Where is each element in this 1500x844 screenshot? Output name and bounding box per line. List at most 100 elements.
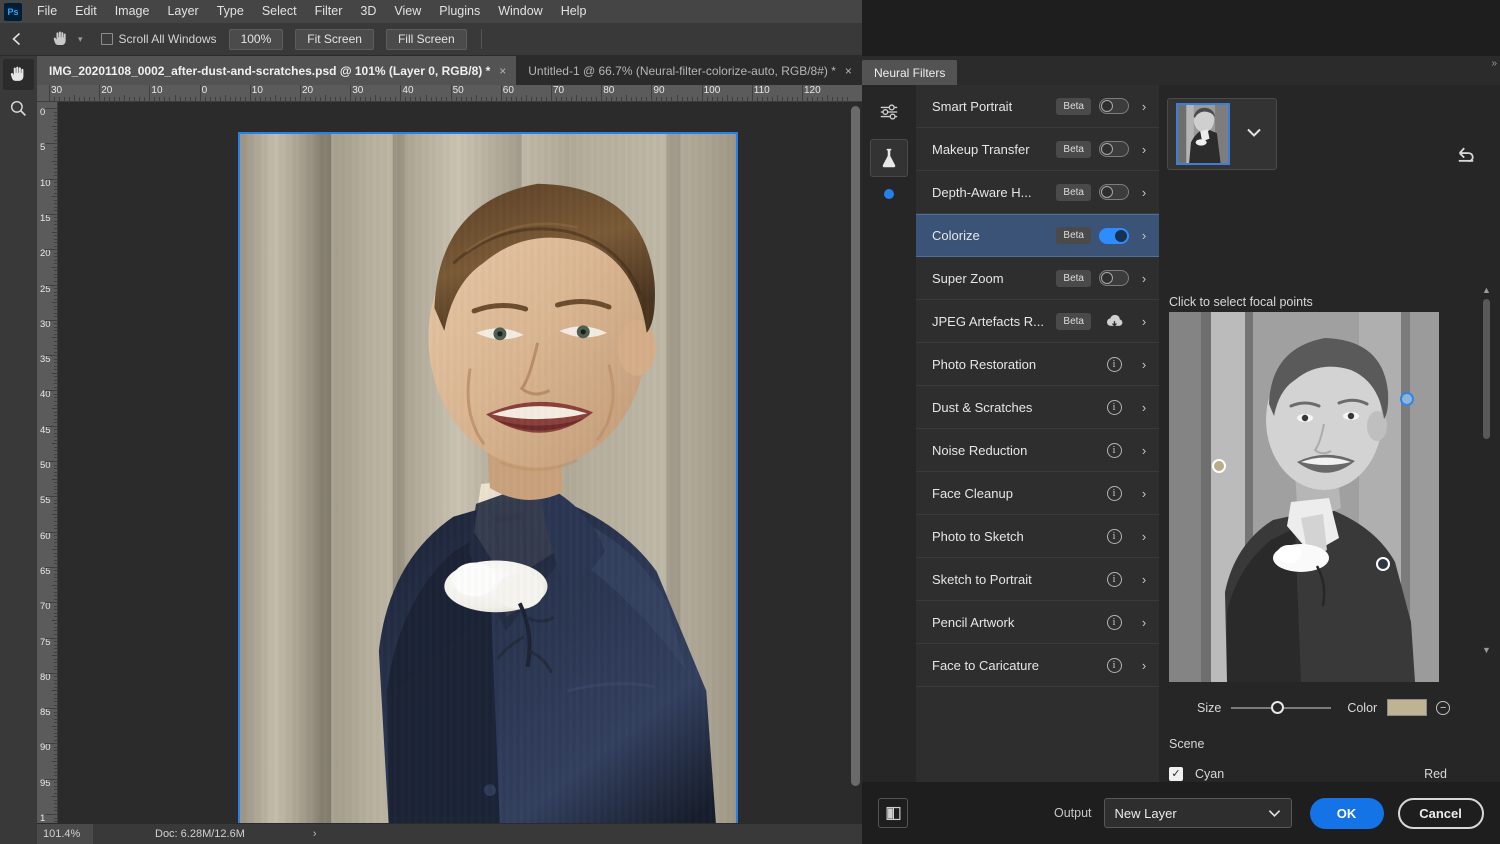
menu-item-file[interactable]: File — [28, 0, 66, 23]
revert-icon[interactable] — [1456, 145, 1476, 166]
panel-collapse-chevrons-right-icon[interactable]: » — [1491, 58, 1497, 69]
scroll-up-arrow-icon[interactable]: ▲ — [1481, 285, 1492, 295]
vertical-ruler[interactable]: 051015202530354045505560657075808590951 — [37, 102, 58, 823]
filter-row-face-to-caricature[interactable]: Face to Caricaturei› — [916, 644, 1159, 687]
filter-row-pencil-artwork[interactable]: Pencil Artworki› — [916, 601, 1159, 644]
filter-row-dust-scratches[interactable]: Dust & Scratchesi› — [916, 386, 1159, 429]
filter-row-smart-portrait[interactable]: Smart PortraitBeta› — [916, 85, 1159, 128]
fit-screen-button[interactable]: Fit Screen — [295, 29, 374, 50]
zoom-100-button[interactable]: 100% — [229, 29, 284, 50]
menu-item-filter[interactable]: Filter — [306, 0, 352, 23]
filter-toggle[interactable] — [1099, 184, 1129, 200]
focal-point-suit[interactable] — [1376, 557, 1390, 571]
chevron-right-icon[interactable]: › — [1137, 400, 1151, 415]
chevron-right-icon[interactable]: › — [1137, 529, 1151, 544]
info-icon[interactable]: i — [1107, 357, 1122, 372]
filter-toggle[interactable] — [1099, 98, 1129, 114]
chevron-right-icon[interactable]: › — [1137, 271, 1151, 286]
info-icon[interactable]: i — [1107, 572, 1122, 587]
zoom-tool[interactable] — [3, 93, 34, 124]
info-icon[interactable]: i — [1107, 615, 1122, 630]
info-icon[interactable]: i — [1107, 486, 1122, 501]
focal-point-face[interactable] — [1212, 459, 1226, 473]
close-icon[interactable]: × — [499, 65, 506, 77]
filter-row-depth-aware-h[interactable]: Depth-Aware H...Beta› — [916, 171, 1159, 214]
menu-item-edit[interactable]: Edit — [66, 0, 106, 23]
hand-tool[interactable] — [3, 59, 34, 90]
scrollbar-thumb[interactable] — [851, 106, 860, 786]
info-icon[interactable]: i — [1107, 400, 1122, 415]
filter-row-colorize[interactable]: ColorizeBeta› — [916, 214, 1159, 257]
preset-thumbnail-selector[interactable] — [1167, 98, 1277, 170]
size-slider[interactable] — [1231, 701, 1331, 714]
chevron-right-icon[interactable]: › — [1137, 658, 1151, 673]
menu-item-plugins[interactable]: Plugins — [430, 0, 489, 23]
filter-row-photo-restoration[interactable]: Photo Restorationi› — [916, 343, 1159, 386]
scroll-down-arrow-icon[interactable]: ▼ — [1481, 645, 1492, 655]
tool-preset-chevron-down-icon[interactable]: ▾ — [78, 34, 83, 45]
filter-row-jpeg-artefacts-r[interactable]: JPEG Artefacts R...Beta› — [916, 300, 1159, 343]
scroll-all-windows-checkbox[interactable]: Scroll All Windows — [101, 32, 217, 46]
chevron-right-icon[interactable]: › — [1137, 443, 1151, 458]
filter-toggle[interactable] — [1099, 228, 1129, 244]
cloud-download-icon[interactable] — [1099, 313, 1129, 329]
info-icon[interactable]: i — [1107, 658, 1122, 673]
menu-item-help[interactable]: Help — [552, 0, 596, 23]
ok-button[interactable]: OK — [1310, 798, 1384, 829]
filter-row-face-cleanup[interactable]: Face Cleanupi› — [916, 472, 1159, 515]
document-tab-0[interactable]: IMG_20201108_0002_after-dust-and-scratch… — [37, 56, 516, 85]
info-icon[interactable]: i — [1107, 443, 1122, 458]
menu-item-type[interactable]: Type — [208, 0, 253, 23]
focal-point-right[interactable] — [1400, 392, 1414, 406]
preset-chevron-down-icon[interactable] — [1246, 127, 1262, 141]
menu-item-view[interactable]: View — [385, 0, 430, 23]
document-canvas[interactable] — [238, 132, 738, 823]
settings-scrollbar[interactable]: ▲ ▼ — [1481, 285, 1492, 655]
chevron-right-icon[interactable]: › — [1137, 314, 1151, 329]
cancel-button[interactable]: Cancel — [1398, 798, 1484, 829]
menu-item-select[interactable]: Select — [253, 0, 306, 23]
chevron-right-icon[interactable]: › — [1137, 357, 1151, 372]
chevron-right-icon[interactable]: › — [1137, 99, 1151, 114]
fill-screen-button[interactable]: Fill Screen — [386, 29, 467, 50]
filter-row-super-zoom[interactable]: Super ZoomBeta› — [916, 257, 1159, 300]
chevron-right-icon[interactable]: › — [1137, 228, 1151, 243]
compare-icon[interactable] — [878, 798, 908, 828]
settings-scrollbar-thumb[interactable] — [1483, 299, 1490, 439]
chevron-right-icon[interactable]: › — [1137, 142, 1151, 157]
flask-icon[interactable] — [870, 139, 908, 177]
filter-row-noise-reduction[interactable]: Noise Reductioni› — [916, 429, 1159, 472]
chevron-right-icon[interactable]: › — [1137, 486, 1151, 501]
output-select[interactable]: New Layer — [1104, 798, 1292, 828]
menu-item-image[interactable]: Image — [106, 0, 159, 23]
menu-item-layer[interactable]: Layer — [158, 0, 207, 23]
preset-thumbnail[interactable] — [1176, 103, 1230, 165]
hand-tool-icon[interactable] — [46, 26, 76, 52]
color-swatch[interactable] — [1387, 699, 1427, 716]
status-expand-arrow[interactable]: › — [313, 828, 317, 840]
filter-row-makeup-transfer[interactable]: Makeup TransferBeta› — [916, 128, 1159, 171]
canvas-body[interactable] — [58, 102, 862, 823]
sliders-icon[interactable] — [870, 93, 908, 131]
back-button[interactable] — [0, 32, 34, 46]
chevron-right-icon[interactable]: › — [1137, 185, 1151, 200]
filter-row-photo-to-sketch[interactable]: Photo to Sketchi› — [916, 515, 1159, 558]
horizontal-ruler[interactable]: 3020100102030405060708090100110120 — [37, 85, 862, 102]
info-icon[interactable]: i — [1107, 529, 1122, 544]
close-icon[interactable]: × — [845, 65, 852, 77]
chevron-right-icon[interactable]: › — [1137, 572, 1151, 587]
zoom-level[interactable]: 101.4% — [37, 824, 93, 844]
tab-neural-filters[interactable]: Neural Filters — [862, 60, 957, 85]
filter-toggle[interactable] — [1099, 141, 1129, 157]
minus-circle-icon[interactable]: − — [1436, 701, 1450, 715]
size-slider-knob[interactable] — [1271, 701, 1284, 714]
menu-item-3d[interactable]: 3D — [351, 0, 385, 23]
document-tab-1[interactable]: Untitled-1 @ 66.7% (Neural-filter-colori… — [516, 56, 862, 85]
filter-toggle[interactable] — [1099, 270, 1129, 286]
cyan-red-checkbox[interactable]: ✓ — [1169, 767, 1183, 781]
focal-points-preview[interactable] — [1169, 312, 1439, 682]
neural-filters-list[interactable]: Smart PortraitBeta›Makeup TransferBeta›D… — [916, 85, 1159, 782]
filter-row-sketch-to-portrait[interactable]: Sketch to Portraiti› — [916, 558, 1159, 601]
chevron-right-icon[interactable]: › — [1137, 615, 1151, 630]
canvas-vertical-scrollbar[interactable] — [849, 102, 862, 823]
